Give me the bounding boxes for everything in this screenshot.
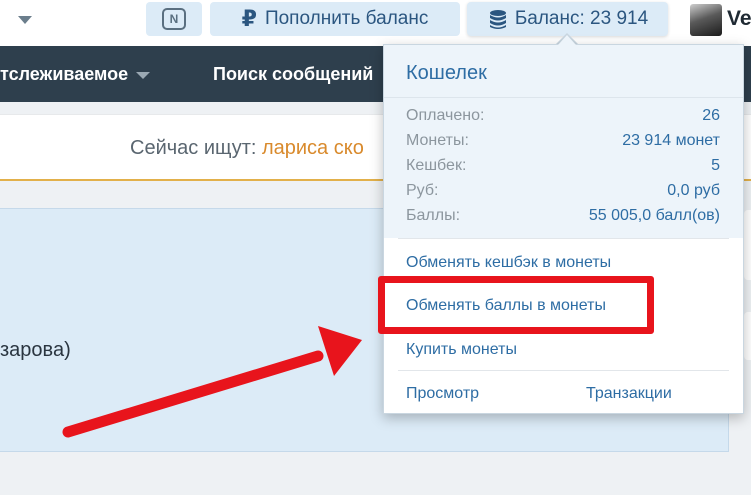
- view-link[interactable]: Просмотр: [406, 385, 479, 403]
- chevron-down-icon[interactable]: [18, 16, 32, 24]
- side-panel-edge: [744, 312, 751, 360]
- exchange-cashback-link[interactable]: Обменять кешбэк в монеты: [406, 254, 611, 272]
- stat-label: Оплачено:: [406, 107, 485, 124]
- coins-icon: [489, 10, 506, 29]
- dropdown-pointer-fill: [558, 35, 576, 45]
- wallet-title: Кошелек: [406, 62, 487, 84]
- side-panel-edge: [744, 210, 751, 280]
- nav-item-tracked[interactable]: тслеживаемое: [0, 64, 151, 85]
- notifications-button[interactable]: N: [146, 2, 202, 36]
- top-bar: N ₽ Пополнить баланс Баланс: 23 914 Ve: [0, 0, 751, 46]
- balance-label: Баланс: 23 914: [514, 8, 649, 29]
- stat-label: Монеты:: [406, 132, 469, 149]
- nav-item-label: тслеживаемое: [0, 64, 129, 84]
- buy-coins-link[interactable]: Купить монеты: [406, 341, 517, 359]
- stat-row-coins: Монеты: 23 914 монет: [406, 132, 720, 156]
- chevron-down-icon: [136, 71, 151, 79]
- stat-value: 55 005,0 балл(ов): [588, 207, 720, 224]
- search-trend-link[interactable]: лариса ско: [262, 137, 364, 159]
- stat-value: 0,0 руб: [667, 182, 720, 199]
- stat-value: 23 914 монет: [622, 132, 720, 149]
- annotation-highlight-box: [378, 276, 654, 334]
- stat-label: Кешбек:: [406, 157, 467, 174]
- avatar[interactable]: [690, 4, 722, 36]
- nav-item-search-messages[interactable]: Поиск сообщений: [213, 64, 373, 85]
- transactions-link[interactable]: Транзакции: [586, 385, 672, 403]
- topup-balance-button[interactable]: ₽ Пополнить баланс: [210, 2, 460, 36]
- wallet-stats: Оплачено: 26 Монеты: 23 914 монет Кешбек…: [384, 98, 743, 238]
- topup-balance-label: Пополнить баланс: [264, 8, 429, 29]
- divider: [398, 370, 729, 371]
- stat-label: Руб:: [406, 182, 439, 199]
- stat-value: 5: [711, 157, 720, 174]
- n-badge-icon: N: [162, 8, 186, 30]
- divider: [398, 238, 729, 239]
- stat-value: 26: [702, 107, 720, 124]
- search-trends-prefix: Сейчас ищут:: [130, 137, 262, 159]
- user-name[interactable]: Ve: [727, 7, 751, 31]
- wallet-header: Кошелек: [384, 45, 743, 98]
- content-text: зарова): [0, 339, 71, 361]
- stat-row-rub: Руб: 0,0 руб: [406, 182, 720, 206]
- balance-button[interactable]: Баланс: 23 914: [467, 2, 668, 36]
- nav-item-label: Поиск сообщений: [213, 64, 374, 84]
- ruble-icon: ₽: [241, 6, 257, 31]
- wallet-dropdown: Кошелек Оплачено: 26 Монеты: 23 914 моне…: [383, 44, 744, 414]
- stat-row-points: Баллы: 55 005,0 балл(ов): [406, 207, 720, 231]
- search-trends-text: Сейчас ищут: лариса ско: [130, 137, 364, 160]
- stat-row-paid: Оплачено: 26: [406, 107, 720, 131]
- stat-label: Баллы:: [406, 207, 461, 224]
- stat-row-cashback: Кешбек: 5: [406, 157, 720, 181]
